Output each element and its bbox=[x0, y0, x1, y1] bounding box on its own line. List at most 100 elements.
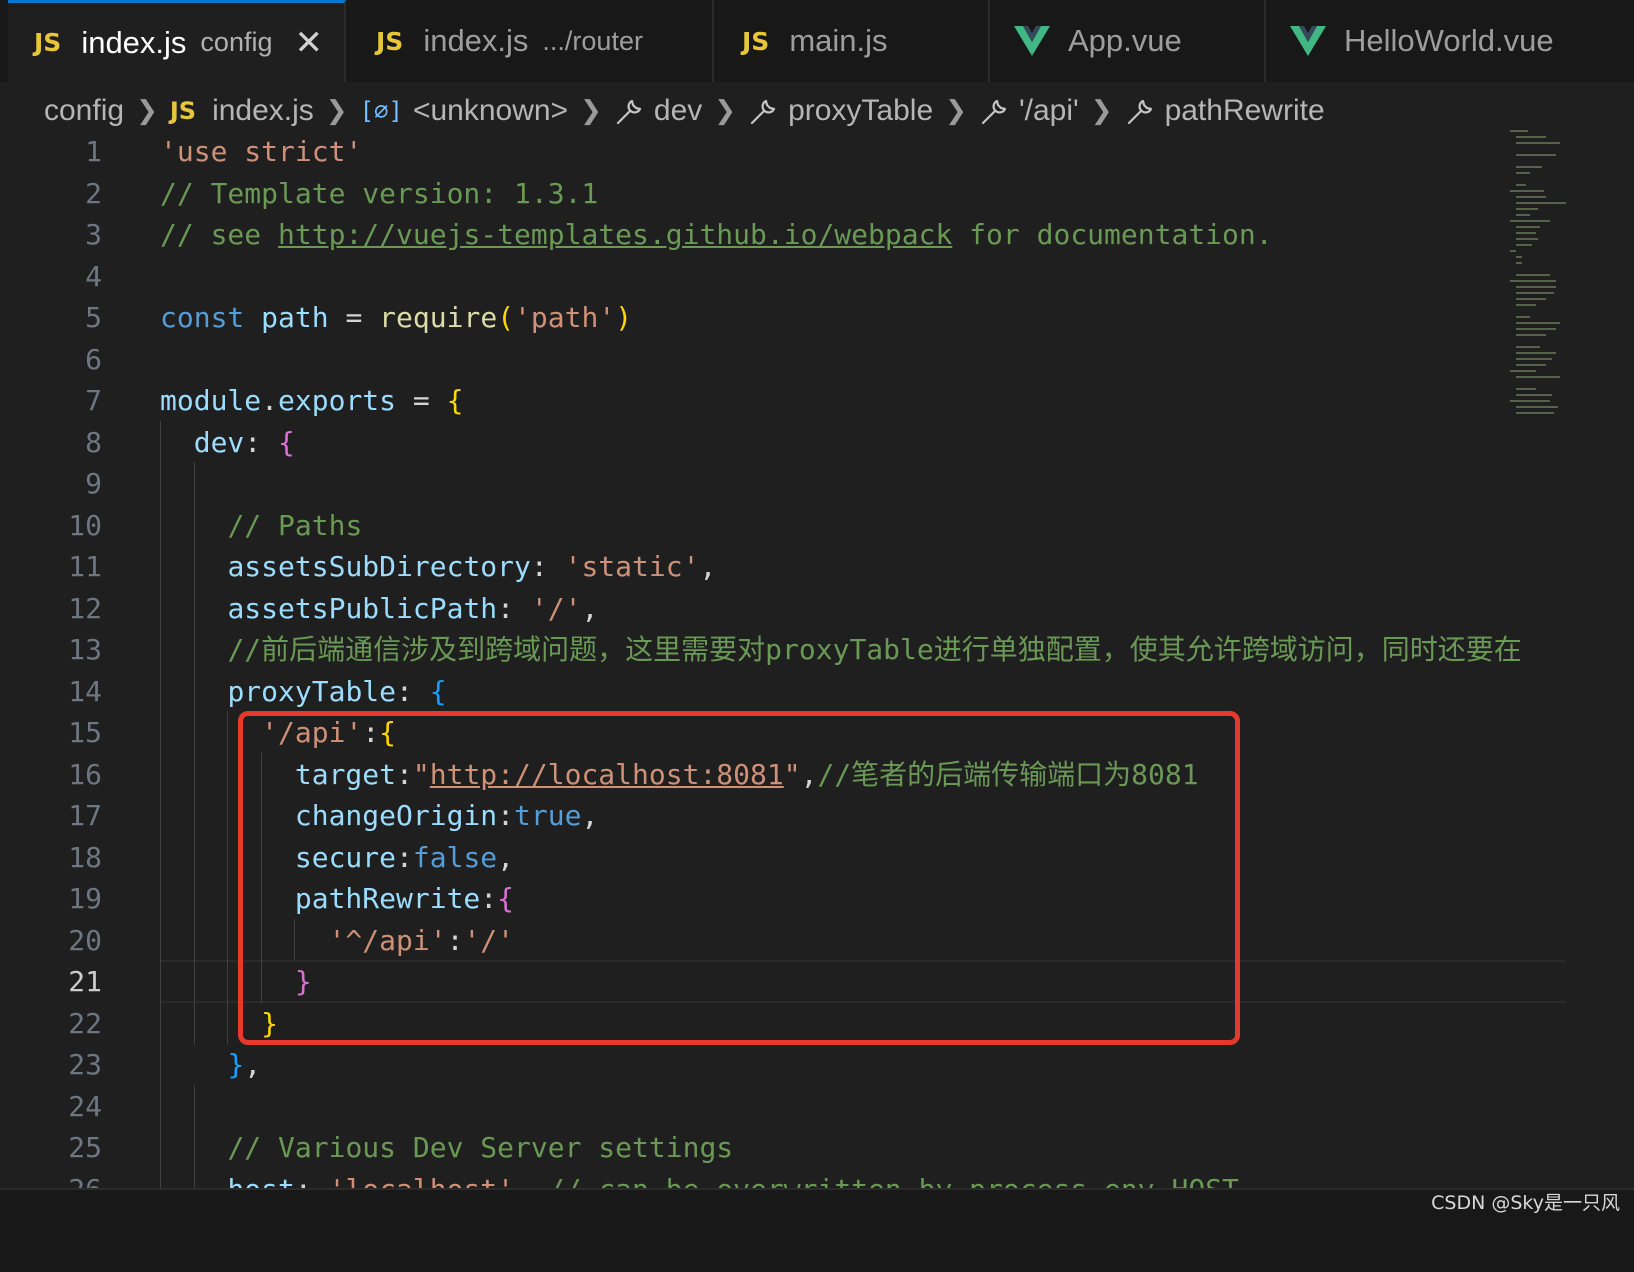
minimap-line bbox=[1516, 304, 1536, 306]
code-line[interactable]: 13 //前后端通信涉及到跨域问题，这里需要对proxyTable进行单独配置，… bbox=[0, 628, 1566, 671]
indent-guide bbox=[160, 1084, 161, 1128]
minimap-line bbox=[1516, 208, 1538, 210]
code-token: exports bbox=[278, 384, 397, 417]
code-line[interactable]: 21 } bbox=[0, 960, 1566, 1003]
breadcrumb-item-dev[interactable]: dev bbox=[614, 94, 702, 128]
breadcrumb-label: proxyTable bbox=[788, 94, 934, 127]
minimap-line bbox=[1510, 370, 1536, 372]
line-code: // Paths bbox=[160, 504, 362, 547]
code-token: 'static' bbox=[564, 550, 700, 583]
code-token: // Various Dev Server settings bbox=[227, 1131, 734, 1164]
tab-helloworld-vue[interactable]: HelloWorld.vue bbox=[1266, 0, 1634, 82]
code-line[interactable]: 1 'use strict' bbox=[0, 136, 1566, 173]
breadcrumb-item-unknown[interactable]: [⌀] <unknown> bbox=[360, 94, 569, 128]
code-line[interactable]: 12 assetsPublicPath: '/', bbox=[0, 586, 1566, 630]
minimap-line bbox=[1516, 292, 1554, 294]
tab-label: index.js bbox=[81, 24, 187, 60]
line-code: assetsPublicPath: '/', bbox=[160, 587, 598, 630]
code-token: '^/api' bbox=[328, 923, 447, 957]
minimap-line bbox=[1516, 202, 1566, 204]
code-line[interactable]: 10 // Paths bbox=[0, 503, 1566, 547]
chevron-right-icon: ❯ bbox=[136, 96, 158, 126]
tab-app-vue[interactable]: App.vue bbox=[990, 0, 1266, 82]
line-code: 'use strict' bbox=[160, 136, 362, 173]
minimap-line bbox=[1516, 412, 1554, 414]
code-line[interactable]: 22 } bbox=[0, 1001, 1566, 1045]
code-token: assetsPublicPath bbox=[227, 591, 498, 625]
code-line[interactable]: 4 bbox=[0, 255, 1566, 298]
minimap-line bbox=[1516, 166, 1542, 168]
code-token: // see bbox=[160, 218, 279, 251]
line-code: // Various Dev Server settings bbox=[160, 1126, 733, 1169]
breadcrumb-label: config bbox=[44, 94, 125, 127]
tab-index-js-config[interactable]: JS index.js config ✕ bbox=[8, 0, 346, 82]
code-line[interactable]: 24 bbox=[0, 1084, 1566, 1128]
minimap-line bbox=[1516, 172, 1530, 174]
minimap-line bbox=[1516, 184, 1526, 186]
tab-label: App.vue bbox=[1068, 23, 1182, 58]
minimap-line bbox=[1516, 154, 1556, 156]
tab-label: HelloWorld.vue bbox=[1344, 23, 1554, 58]
code-token: '/' bbox=[530, 591, 582, 625]
code-line[interactable]: 9 bbox=[0, 462, 1566, 505]
code-editor[interactable]: 1 'use strict' 2 // Template version: 1.3.1… bbox=[0, 136, 1566, 1240]
code-line[interactable]: 19 pathRewrite:{ bbox=[0, 877, 1566, 920]
line-number: 18 bbox=[68, 840, 102, 874]
code-line[interactable]: 23 }, bbox=[0, 1043, 1566, 1086]
breadcrumb-item-pathrewrite[interactable]: pathRewrite bbox=[1125, 94, 1325, 128]
code-line[interactable]: 17 changeOrigin:true, bbox=[0, 794, 1566, 837]
breadcrumb-item-proxytable[interactable]: proxyTable bbox=[748, 94, 933, 128]
code-token: path bbox=[261, 301, 329, 334]
code-token: false bbox=[412, 840, 498, 874]
minimap[interactable] bbox=[1508, 130, 1566, 450]
minimap-line bbox=[1516, 406, 1558, 408]
breadcrumb-item-index-js[interactable]: JS index.js bbox=[170, 94, 314, 128]
code-token: : bbox=[396, 674, 430, 708]
line-number: 16 bbox=[68, 757, 102, 791]
code-line[interactable]: 20 '^/api':'/' bbox=[0, 918, 1566, 962]
breadcrumb-item-config[interactable]: config bbox=[44, 94, 124, 128]
code-line[interactable]: 25 // Various Dev Server settings bbox=[0, 1126, 1566, 1169]
code-line[interactable]: 7 module.exports = { bbox=[0, 379, 1566, 422]
line-number: 20 bbox=[68, 923, 102, 957]
code-line[interactable]: 15 '/api':{ bbox=[0, 711, 1566, 754]
minimap-line bbox=[1516, 238, 1538, 240]
code-line[interactable]: 2 // Template version: 1.3.1 bbox=[0, 172, 1566, 215]
code-token: , bbox=[581, 799, 599, 832]
close-icon[interactable]: ✕ bbox=[294, 23, 323, 63]
line-code: secure:false, bbox=[160, 836, 514, 879]
code-line[interactable]: 16 target:"http://localhost:8081",//笔者的后… bbox=[0, 752, 1566, 796]
code-line[interactable]: 6 bbox=[0, 338, 1566, 381]
code-token: : bbox=[480, 882, 498, 915]
breadcrumb-item-api[interactable]: '/api' bbox=[979, 94, 1079, 128]
code-token: : bbox=[396, 840, 413, 874]
code-line[interactable]: 8 dev: { bbox=[0, 420, 1566, 464]
minimap-line bbox=[1516, 226, 1540, 228]
code-line[interactable]: 5 const path = require('path') bbox=[0, 296, 1566, 339]
code-line[interactable]: 14 proxyTable: { bbox=[0, 669, 1566, 713]
tab-description: config bbox=[200, 27, 273, 57]
code-line[interactable]: 18 secure:false, bbox=[0, 835, 1566, 879]
js-file-icon: JS bbox=[742, 26, 770, 56]
minimap-line bbox=[1516, 388, 1536, 390]
code-line[interactable]: 11 assetsSubDirectory: 'static', bbox=[0, 545, 1566, 588]
code-token: proxyTable bbox=[227, 674, 397, 708]
tab-main-js[interactable]: JS main.js bbox=[714, 0, 990, 82]
js-file-icon: JS bbox=[376, 26, 404, 56]
code-token: // Paths bbox=[227, 508, 363, 542]
editor-scrollbar[interactable] bbox=[1566, 82, 1634, 1240]
tab-index-js-router[interactable]: JS index.js .../router bbox=[346, 0, 714, 82]
minimap-line bbox=[1516, 394, 1552, 396]
minimap-line bbox=[1516, 328, 1556, 330]
minimap-line bbox=[1516, 256, 1522, 258]
minimap-line bbox=[1516, 322, 1560, 324]
code-line[interactable]: 3 // see http://vuejs-templates.github.io… bbox=[0, 213, 1566, 256]
